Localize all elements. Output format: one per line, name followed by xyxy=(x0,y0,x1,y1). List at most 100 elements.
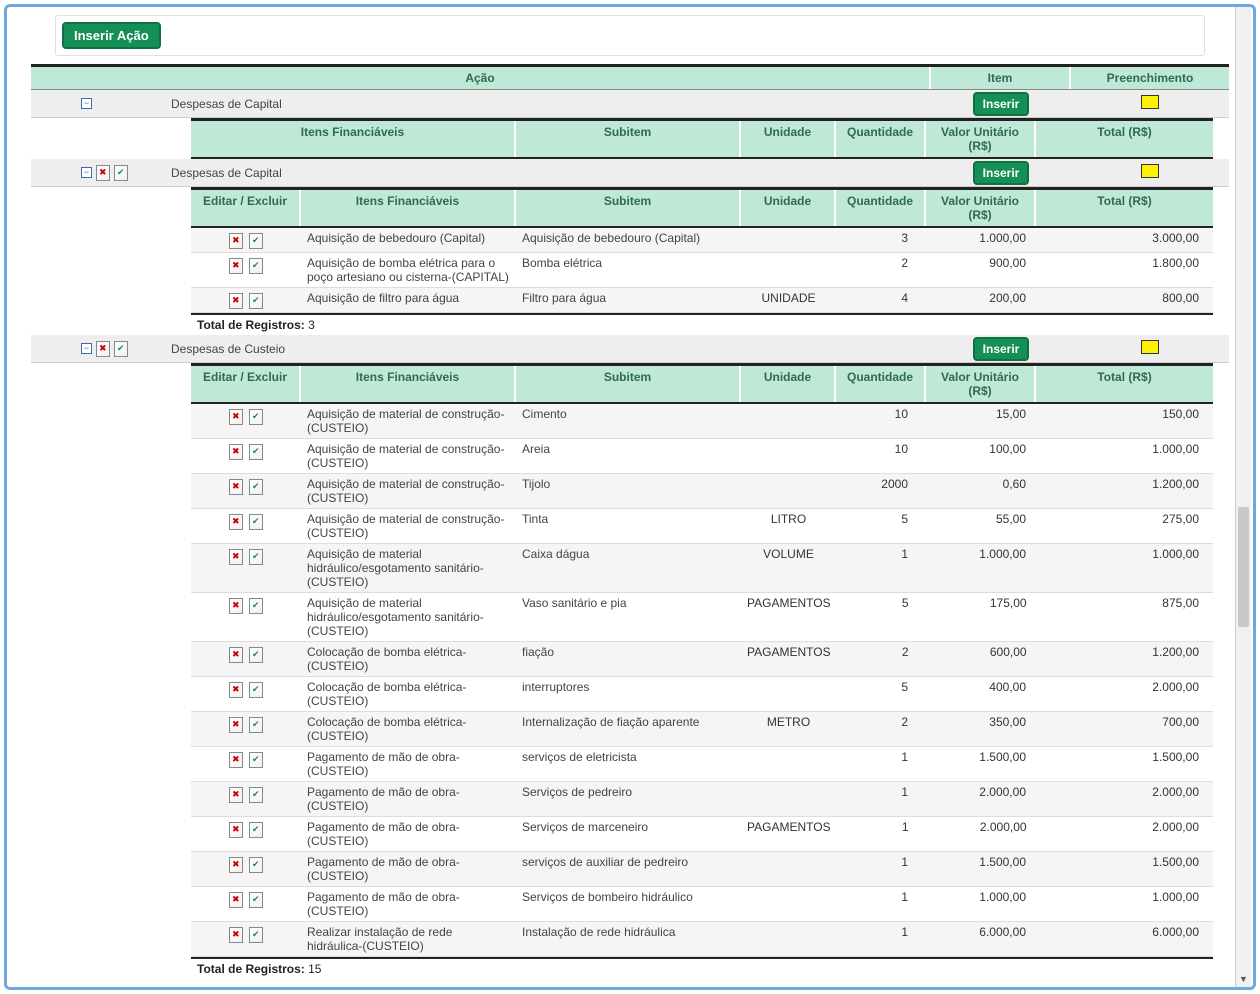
cell-valor: 175,00 xyxy=(927,593,1037,641)
confirm-row-icon[interactable] xyxy=(249,514,263,530)
confirm-row-icon[interactable] xyxy=(249,479,263,495)
cell-unidade xyxy=(741,228,836,252)
cell-valor: 0,60 xyxy=(926,474,1036,508)
cell-subitem: Aquisição de bebedouro (Capital) xyxy=(516,228,741,252)
vertical-scrollbar[interactable]: ▼ xyxy=(1235,7,1251,987)
cell-unidade xyxy=(741,887,836,921)
cell-subitem: Serviços de pedreiro xyxy=(516,782,741,816)
tree-controls: − xyxy=(31,165,171,181)
inserir-button[interactable]: Inserir xyxy=(973,92,1030,116)
top-panel: Inserir Ação xyxy=(55,15,1205,56)
cell-total: 3.000,00 xyxy=(1036,228,1213,252)
confirm-row-icon[interactable] xyxy=(249,233,263,249)
cell-unidade xyxy=(741,782,836,816)
cell-item: Colocação de bomba elétrica-(CUSTEIO) xyxy=(301,642,516,676)
cell-total: 1.000,00 xyxy=(1036,439,1213,473)
total-registros: Total de Registros: 3 xyxy=(191,313,1213,335)
confirm-action-icon[interactable] xyxy=(114,341,128,357)
col-valor: Valor Unitário (R$) xyxy=(926,121,1036,157)
main-band: Ação Item Preenchimento −Despesas de Cap… xyxy=(31,64,1229,979)
delete-row-icon[interactable] xyxy=(229,717,243,733)
cell-valor: 55,00 xyxy=(926,509,1036,543)
table-row: Aquisição de bebedouro (Capital)Aquisiçã… xyxy=(191,228,1213,253)
delete-row-icon[interactable] xyxy=(229,233,243,249)
delete-row-icon[interactable] xyxy=(229,822,243,838)
items-header: Editar / ExcluirItens FinanciáveisSubite… xyxy=(191,190,1213,228)
cell-subitem: Internalização de fiação aparente xyxy=(516,712,741,746)
delete-row-icon[interactable] xyxy=(229,293,243,309)
confirm-row-icon[interactable] xyxy=(249,549,263,565)
confirm-row-icon[interactable] xyxy=(249,857,263,873)
cell-quantidade: 2 xyxy=(836,253,926,287)
delete-row-icon[interactable] xyxy=(229,258,243,274)
confirm-row-icon[interactable] xyxy=(249,717,263,733)
collapse-icon[interactable]: − xyxy=(81,98,92,109)
inserir-button[interactable]: Inserir xyxy=(973,337,1030,361)
delete-row-icon[interactable] xyxy=(229,409,243,425)
collapse-icon[interactable]: − xyxy=(81,167,92,178)
cell-total: 1.200,00 xyxy=(1036,474,1213,508)
delete-row-icon[interactable] xyxy=(229,892,243,908)
delete-row-icon[interactable] xyxy=(229,682,243,698)
confirm-row-icon[interactable] xyxy=(249,752,263,768)
cell-total: 150,00 xyxy=(1036,404,1213,438)
total-registros: Total de Registros: 15 xyxy=(191,957,1213,979)
delete-row-icon[interactable] xyxy=(229,647,243,663)
action-row: −Despesas de CapitalInserir xyxy=(31,90,1229,118)
col-unidade: Unidade xyxy=(741,190,836,226)
cell-valor: 2.000,00 xyxy=(927,817,1037,851)
scroll-down-icon[interactable]: ▼ xyxy=(1236,971,1251,987)
confirm-row-icon[interactable] xyxy=(249,409,263,425)
confirm-row-icon[interactable] xyxy=(249,444,263,460)
cell-quantidade: 1 xyxy=(836,747,926,781)
inserir-cell: Inserir xyxy=(931,337,1071,361)
cell-item: Pagamento de mão de obra-(CUSTEIO) xyxy=(301,747,516,781)
confirm-row-icon[interactable] xyxy=(249,258,263,274)
preenchimento-cell xyxy=(1071,95,1229,112)
delete-row-icon[interactable] xyxy=(229,479,243,495)
delete-row-icon[interactable] xyxy=(229,549,243,565)
confirm-row-icon[interactable] xyxy=(249,822,263,838)
cell-valor: 2.000,00 xyxy=(926,782,1036,816)
confirm-row-icon[interactable] xyxy=(249,892,263,908)
confirm-action-icon[interactable] xyxy=(114,165,128,181)
row-actions xyxy=(191,922,301,956)
confirm-row-icon[interactable] xyxy=(249,293,263,309)
confirm-row-icon[interactable] xyxy=(249,647,263,663)
cell-subitem: Bomba elétrica xyxy=(516,253,741,287)
cell-item: Aquisição de filtro para água xyxy=(301,288,516,312)
table-row: Pagamento de mão de obra-(CUSTEIO)Serviç… xyxy=(191,887,1213,922)
delete-action-icon[interactable] xyxy=(96,165,110,181)
cell-total: 875,00 xyxy=(1037,593,1213,641)
row-actions xyxy=(191,677,301,711)
confirm-row-icon[interactable] xyxy=(249,787,263,803)
delete-row-icon[interactable] xyxy=(229,927,243,943)
delete-row-icon[interactable] xyxy=(229,444,243,460)
delete-row-icon[interactable] xyxy=(229,787,243,803)
confirm-row-icon[interactable] xyxy=(249,682,263,698)
delete-row-icon[interactable] xyxy=(229,514,243,530)
cell-subitem: Serviços de bombeiro hidráulico xyxy=(516,887,741,921)
cell-valor: 6.000,00 xyxy=(926,922,1036,956)
row-actions xyxy=(191,404,301,438)
table-row: Aquisição de material hidráulico/esgotam… xyxy=(191,593,1213,642)
inserir-acao-button[interactable]: Inserir Ação xyxy=(62,22,161,49)
col-total: Total (R$) xyxy=(1036,121,1213,157)
row-actions xyxy=(191,474,301,508)
delete-action-icon[interactable] xyxy=(96,341,110,357)
cell-quantidade: 1 xyxy=(836,852,926,886)
cell-quantidade: 1 xyxy=(836,922,926,956)
delete-row-icon[interactable] xyxy=(229,598,243,614)
confirm-row-icon[interactable] xyxy=(249,927,263,943)
col-itens-fin: Itens Financiáveis xyxy=(191,121,516,157)
collapse-icon[interactable]: − xyxy=(81,343,92,354)
cell-total: 6.000,00 xyxy=(1036,922,1213,956)
confirm-row-icon[interactable] xyxy=(249,598,263,614)
scroll-thumb[interactable] xyxy=(1238,507,1249,627)
delete-row-icon[interactable] xyxy=(229,857,243,873)
cell-item: Colocação de bomba elétrica-(CUSTEIO) xyxy=(301,677,516,711)
inserir-button[interactable]: Inserir xyxy=(973,161,1030,185)
col-item-header: Item xyxy=(931,67,1071,89)
cell-quantidade: 4 xyxy=(836,288,926,312)
delete-row-icon[interactable] xyxy=(229,752,243,768)
